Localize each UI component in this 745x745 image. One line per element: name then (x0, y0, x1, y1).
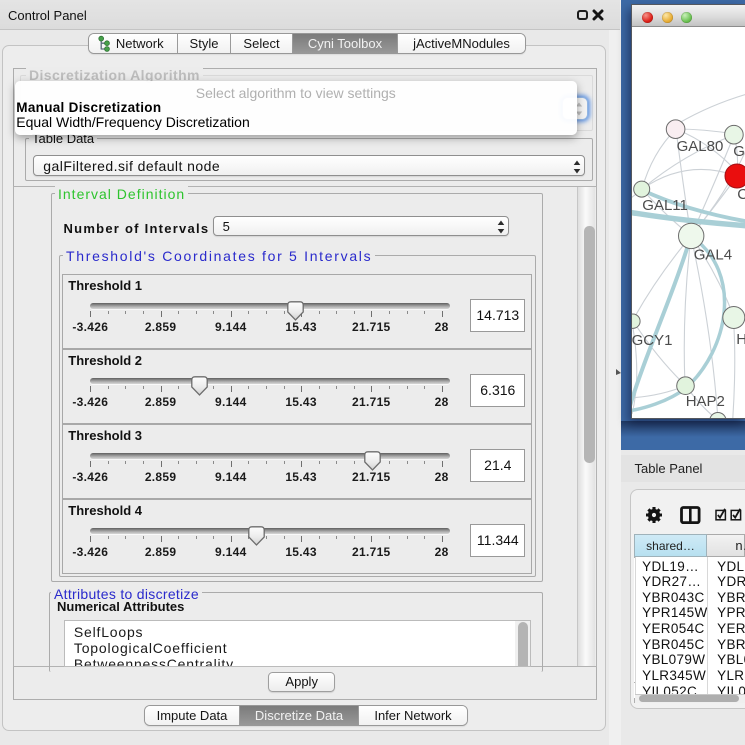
svg-text:HAP2: HAP2 (685, 393, 724, 410)
svg-text:G…: G… (733, 143, 745, 160)
svg-text:GCY1: GCY1 (632, 332, 672, 349)
svg-text:H: H (736, 331, 745, 348)
svg-text:GAL4: GAL4 (693, 247, 731, 264)
svg-text:GAL80: GAL80 (676, 138, 723, 155)
svg-text:GAL11: GAL11 (642, 197, 688, 214)
svg-text:C: C (737, 186, 745, 203)
